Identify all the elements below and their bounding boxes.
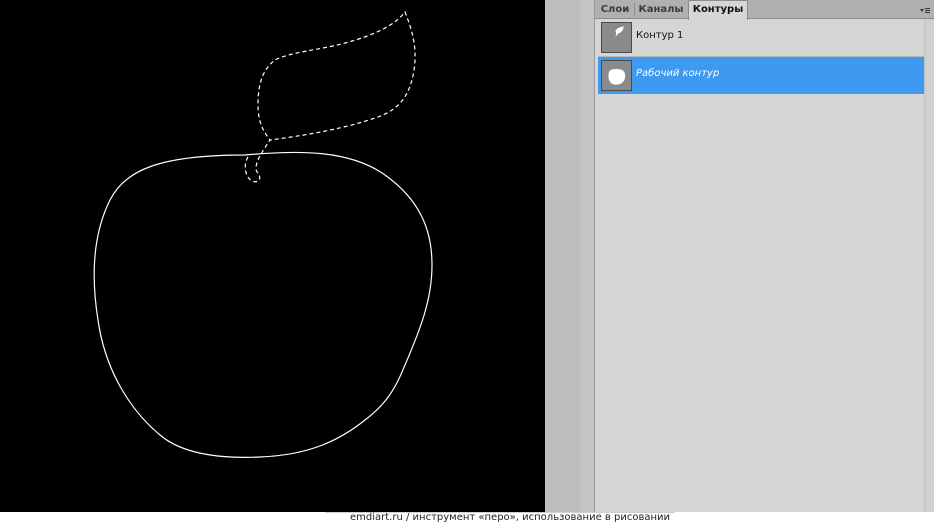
leaf-path-thumbnail xyxy=(601,22,632,53)
tab-paths[interactable]: Контуры xyxy=(688,0,748,20)
panel-menu-icon[interactable] xyxy=(919,3,931,15)
tab-layers[interactable]: Слои xyxy=(597,1,633,18)
panel-dock-strip xyxy=(580,0,594,512)
apple-outline-path[interactable] xyxy=(93,151,433,458)
tab-separator xyxy=(634,3,635,16)
path-label: Контур 1 xyxy=(636,30,684,41)
apple-path-thumbnail xyxy=(601,60,632,91)
document-canvas[interactable] xyxy=(0,0,545,512)
paths-panel: Слои Каналы Контуры Контур 1 Рабочий кон… xyxy=(594,0,934,512)
path-row-work-path[interactable]: Рабочий контур xyxy=(598,57,924,94)
footer-caption: emdiart.ru / инструмент «перо», использо… xyxy=(350,512,671,523)
panel-scrollbar[interactable] xyxy=(924,19,934,512)
paths-list: Контур 1 Рабочий контур xyxy=(595,19,925,512)
footer: emdiart.ru / инструмент «перо», использо… xyxy=(0,512,934,526)
tab-channels[interactable]: Каналы xyxy=(636,1,686,18)
leaf-dashed-path[interactable] xyxy=(244,10,416,183)
apple-drawing xyxy=(93,10,433,458)
path-label: Рабочий контур xyxy=(636,68,720,79)
panel-tab-bar: Слои Каналы Контуры xyxy=(595,0,934,20)
path-row-contour-1[interactable]: Контур 1 xyxy=(598,19,924,56)
canvas-gutter xyxy=(545,0,580,512)
